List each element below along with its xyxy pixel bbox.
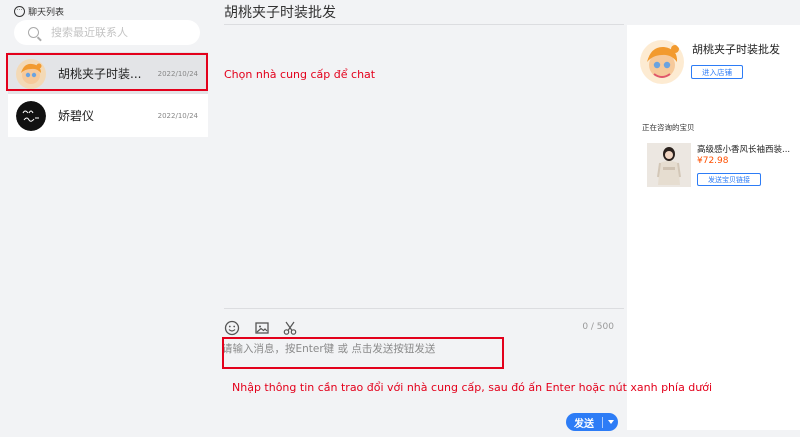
shop-info-panel: 胡桃夹子时装批发 进入店铺 正在咨询的宝贝 高级感小香风长袖西装... ¥72.… — [627, 25, 800, 430]
contact-name: 娇碧仪 — [58, 109, 95, 123]
shop-name: 胡桃夹子时装批发 — [692, 43, 780, 56]
shop-avatar — [640, 40, 684, 84]
toolbar-divider — [224, 308, 624, 309]
chat-bubble-icon: ··· — [14, 5, 25, 17]
product-image[interactable] — [647, 143, 691, 187]
send-button-label: 发送 — [574, 418, 594, 430]
scissors-icon[interactable] — [282, 320, 298, 336]
search-icon — [28, 27, 39, 38]
consulting-header: 正在咨询的宝贝 — [642, 123, 695, 132]
send-button[interactable]: 发送 — [566, 413, 618, 431]
contact-date: 2022/10/24 — [157, 111, 198, 120]
annotation-box-input — [222, 337, 504, 369]
chat-panel: 胡桃夹子时装批发 0 / 500 发送 — [210, 0, 624, 437]
caret-down-icon[interactable] — [608, 420, 614, 424]
annotation-contact-note: Chọn nhà cung cấp để chat — [224, 68, 376, 81]
contact-search[interactable] — [14, 20, 200, 45]
title-divider — [224, 24, 624, 25]
enter-store-button[interactable]: 进入店铺 — [691, 65, 743, 79]
product-price: ¥72.98 — [697, 156, 729, 166]
search-input[interactable] — [51, 26, 181, 39]
emoji-icon[interactable] — [224, 320, 240, 336]
chat-title: 胡桃夹子时装批发 — [224, 5, 336, 21]
product-title[interactable]: 高级感小香风长袖西装... — [697, 143, 799, 155]
sidebar-header: ··· 聊天列表 — [14, 4, 64, 18]
char-counter: 0 / 500 — [582, 322, 614, 332]
send-product-link-button[interactable]: 发送宝贝链接 — [697, 173, 761, 186]
avatar — [16, 100, 46, 131]
contact-item-jiaobiyi[interactable]: 娇碧仪 2022/10/24 — [8, 94, 208, 137]
annotation-input-note: Nhập thông tin cần trao đổi với nhà cung… — [232, 381, 713, 394]
image-icon[interactable] — [254, 320, 270, 336]
sidebar-header-label: 聊天列表 — [28, 7, 65, 18]
annotation-box-contact — [6, 53, 208, 91]
send-button-divider — [602, 416, 603, 428]
